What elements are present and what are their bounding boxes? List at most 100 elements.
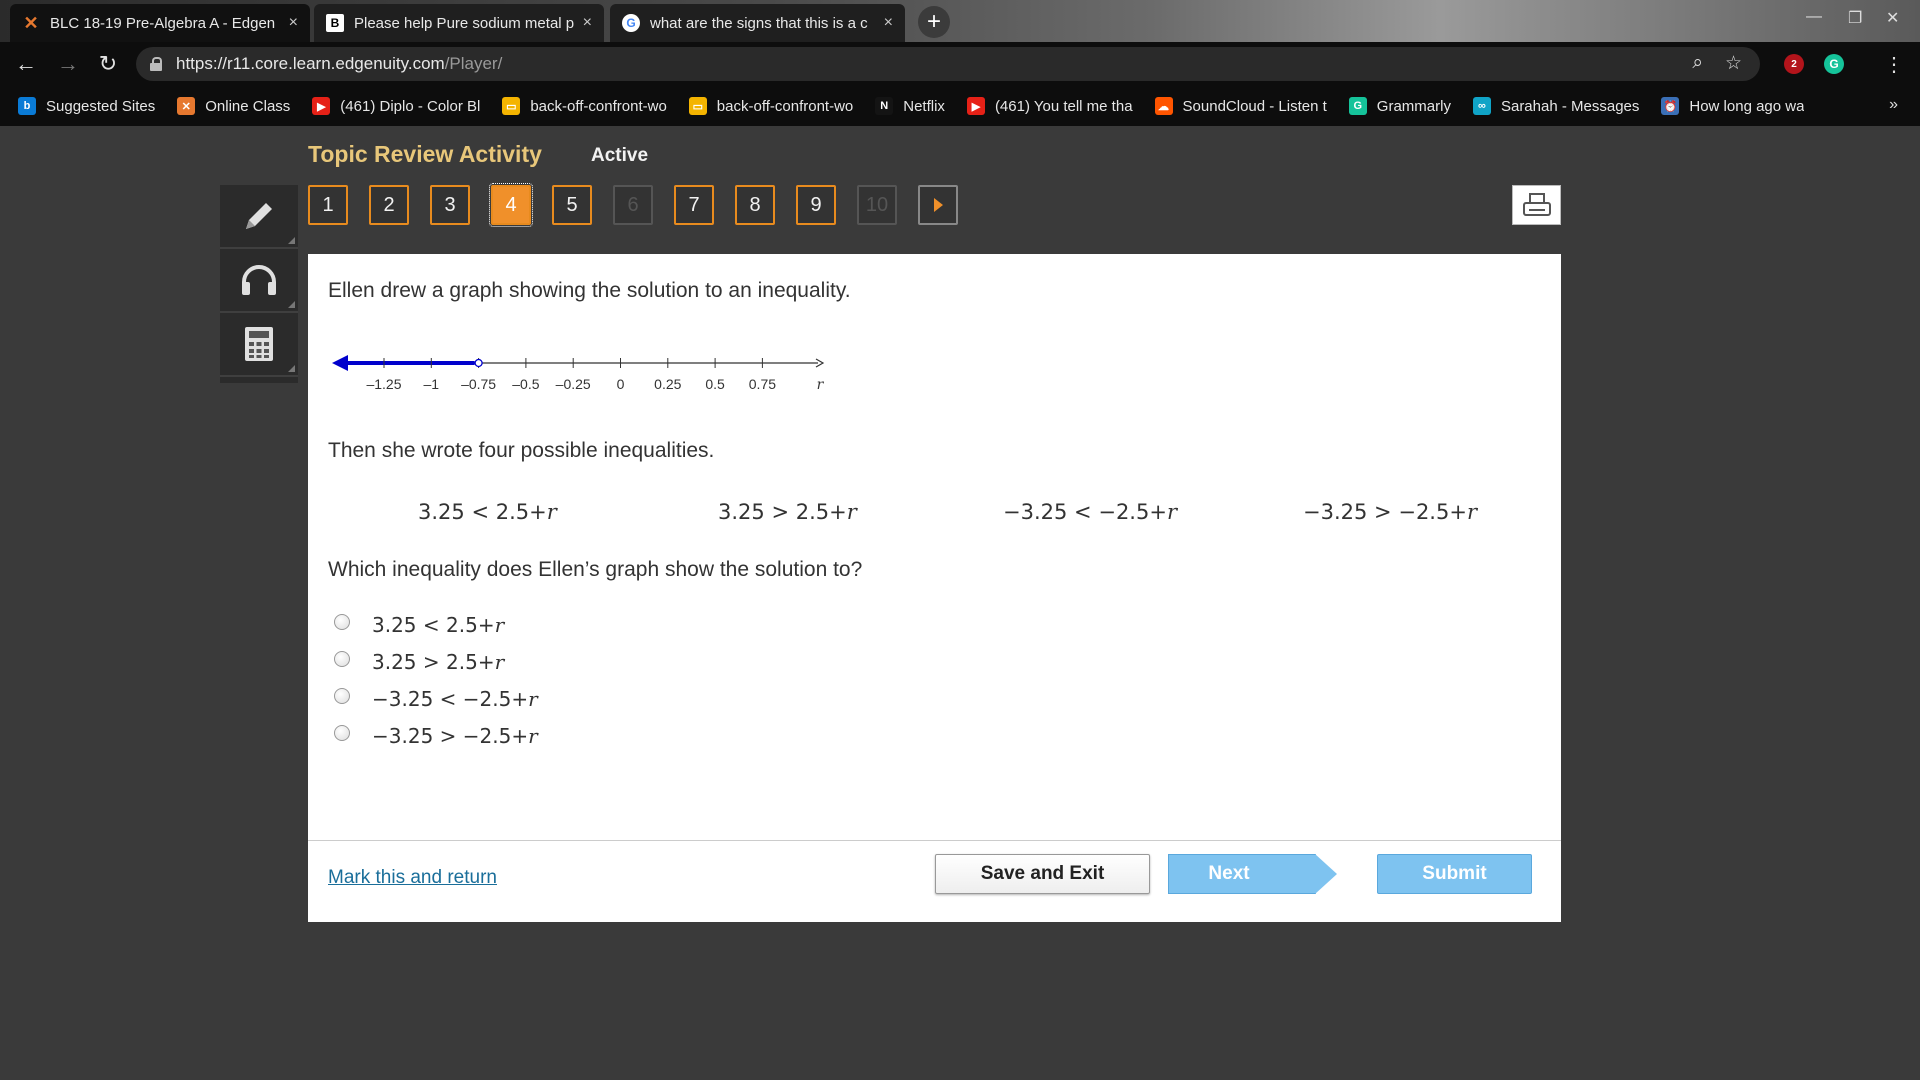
answer-options: 3.25 < 2.5+ r 3.25 > 2.5+ r −3.25 < −2.5+ r… [334, 606, 538, 754]
question-number-button[interactable]: 5 [552, 185, 592, 225]
forward-icon[interactable]: → [54, 50, 82, 78]
bookmark-item[interactable]: ▶ (461) Diplo - Color Bl [312, 97, 480, 115]
bookmarks-bar: b Suggested Sites ✕ Online Class ▶ (461) Dipl… [0, 86, 1920, 126]
headphones-icon[interactable] [220, 249, 298, 313]
bookmark-item[interactable]: ✕ Online Class [177, 97, 290, 115]
question-number-button[interactable]: 1 [308, 185, 348, 225]
slides-icon: ▭ [502, 97, 521, 115]
tab-title: what are the signs that this is a c [650, 14, 868, 32]
question-number-button: 6 [613, 185, 653, 225]
activity-title: Topic Review Activity [308, 141, 542, 167]
window-close-icon[interactable]: ✕ [1886, 8, 1899, 28]
number-line-tick-label: –0.25 [556, 376, 591, 392]
bookmark-label: back-off-confront-wo [716, 97, 854, 115]
bookmark-label: Grammarly [1376, 97, 1451, 115]
browser-tab[interactable]: B Please help Pure sodium metal p × [314, 4, 604, 42]
print-icon[interactable] [1512, 185, 1561, 225]
submit-button[interactable]: Submit [1377, 854, 1532, 894]
radio-button[interactable] [334, 687, 350, 704]
bookmark-star-icon[interactable]: ☆ [1725, 52, 1742, 75]
new-tab-button[interactable]: + [918, 6, 950, 38]
clock-icon: ⏰ [1661, 97, 1680, 115]
inequality-4: −3.25 > −2.5+r [1303, 500, 1477, 524]
answer-option-3[interactable]: −3.25 < −2.5+ r [334, 680, 538, 717]
question-panel: Ellen drew a graph showing the solution … [308, 254, 1561, 922]
bookmark-item[interactable]: N Netflix [875, 97, 945, 115]
bookmark-label: Online Class [205, 97, 291, 115]
minimize-icon[interactable]: — [1806, 8, 1822, 26]
question-number-button[interactable]: 8 [735, 185, 775, 225]
number-line-tick-label: –1 [424, 376, 440, 392]
lock-icon [150, 57, 162, 71]
tab-close-icon[interactable]: × [583, 14, 592, 32]
browser-tab[interactable]: G what are the signs that this is a c × [610, 4, 905, 42]
question-number-button[interactable]: 4 [489, 183, 533, 227]
inequality-3: −3.25 < −2.5+r [1003, 500, 1177, 524]
menu-kebab-icon[interactable]: ⋮ [1880, 50, 1908, 78]
inequality-2: 3.25 > 2.5+r [718, 500, 857, 524]
youtube-icon: ▶ [966, 97, 985, 115]
bookmark-item[interactable]: ∞ Sarahah - Messages [1472, 97, 1639, 115]
tab-close-icon[interactable]: × [289, 14, 298, 32]
question-prompt: Which inequality does Ellen’s graph show… [328, 558, 863, 581]
bookmark-label: Netflix [903, 97, 945, 115]
bookmark-item[interactable]: ☁ SoundCloud - Listen t [1154, 97, 1327, 115]
radio-button[interactable] [334, 650, 350, 667]
bookmark-item[interactable]: ⏰ How long ago wa [1661, 97, 1804, 115]
next-button[interactable]: Next [1168, 854, 1337, 894]
number-line-graph: –1.25 –1 –0.75 –0.5 –0.25 0 0.25 0.5 0.75 r [332, 355, 825, 393]
solution-ray-arrowhead [332, 355, 348, 371]
netflix-icon: N [875, 97, 894, 115]
number-line-tick-label: –1.25 [366, 376, 401, 392]
bookmark-label: How long ago wa [1689, 97, 1805, 115]
question-number-button[interactable]: 2 [369, 185, 409, 225]
url-text: https://r11.core.learn.edgenuity.com/Pla… [176, 54, 503, 73]
bookmark-item[interactable]: G Grammarly [1348, 97, 1451, 115]
number-line-tick-label: 0.5 [705, 376, 725, 392]
bookmark-item[interactable]: ▭ back-off-confront-wo [502, 97, 667, 115]
question-navigation: 1 2 3 4 5 6 7 8 9 10 [308, 183, 979, 227]
number-line-tick-label: –0.5 [512, 376, 539, 392]
answer-option-1[interactable]: 3.25 < 2.5+ r [334, 606, 538, 643]
bookmarks-overflow-icon[interactable]: » [1889, 96, 1898, 114]
calculator-icon[interactable] [220, 313, 298, 377]
bookmark-item[interactable]: ▶ (461) You tell me tha [966, 97, 1133, 115]
question-number-button[interactable]: 3 [430, 185, 470, 225]
question-number-button[interactable]: 9 [796, 185, 836, 225]
answer-option-2[interactable]: 3.25 > 2.5+ r [334, 643, 538, 680]
radio-button[interactable] [334, 724, 350, 741]
bookmark-label: Suggested Sites [46, 97, 156, 115]
answer-option-4[interactable]: −3.25 > −2.5+ r [334, 717, 538, 754]
bookmark-item[interactable]: b Suggested Sites [18, 97, 155, 115]
number-line-tick-label: –0.75 [461, 376, 496, 392]
edgenuity-x-icon: ✕ [177, 97, 196, 115]
ublock-extension-icon[interactable]: 2 [1784, 54, 1804, 74]
next-question-arrow-icon[interactable] [918, 185, 958, 225]
tool-panel [220, 185, 298, 383]
reload-icon[interactable]: ↻ [94, 50, 122, 78]
slides-icon: ▭ [688, 97, 707, 115]
question-number-button[interactable]: 7 [674, 185, 714, 225]
back-icon[interactable]: ← [12, 50, 40, 78]
number-line-variable-label: r [817, 377, 825, 393]
grammarly-extension-icon[interactable]: G [1824, 54, 1844, 74]
tab-close-icon[interactable]: × [884, 14, 893, 32]
bookmark-label: (461) Diplo - Color Bl [340, 97, 481, 115]
pencil-icon[interactable] [220, 185, 298, 249]
zoom-icon[interactable]: ⌕ [1692, 52, 1703, 75]
bookmark-item[interactable]: ▭ back-off-confront-wo [688, 97, 854, 115]
number-line-tick-label: 0.25 [654, 376, 681, 392]
bookmark-label: SoundCloud - Listen t [1182, 97, 1327, 115]
browser-toolbar: ← → ↻ https://r11.core.learn.edgenuity.c… [0, 42, 1920, 86]
mark-and-return-link[interactable]: Mark this and return [328, 867, 497, 889]
browser-tab[interactable]: ✕ BLC 18-19 Pre-Algebra A - Edgen × [10, 4, 310, 42]
restore-icon[interactable]: ❐ [1848, 8, 1862, 28]
question-intro: Ellen drew a graph showing the solution … [328, 279, 851, 302]
radio-button[interactable] [334, 613, 350, 630]
edgenuity-x-icon: ✕ [23, 12, 39, 33]
save-and-exit-button[interactable]: Save and Exit [935, 854, 1150, 894]
grammarly-icon: G [1348, 97, 1367, 115]
address-bar[interactable]: https://r11.core.learn.edgenuity.com/Pla… [136, 47, 1760, 81]
bookmark-label: back-off-confront-wo [530, 97, 667, 115]
tab-title: Please help Pure sodium metal p [354, 14, 575, 32]
